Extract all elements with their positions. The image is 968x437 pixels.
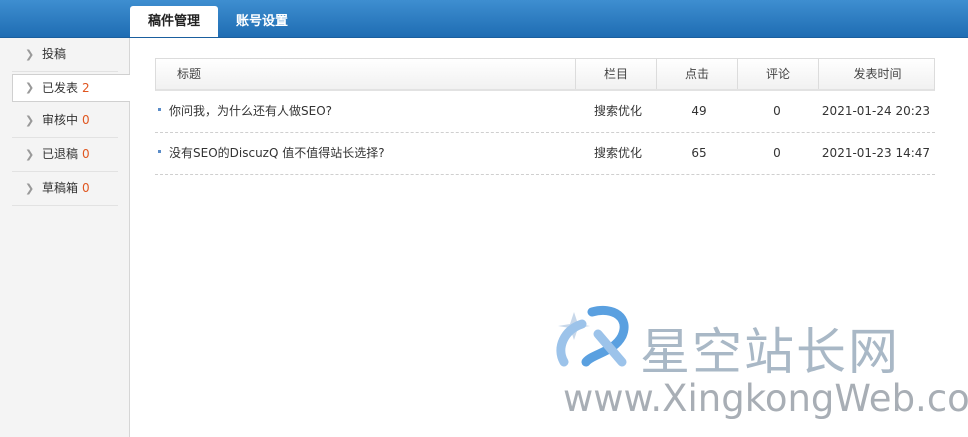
table-row: 你问我，为什么还有人做SEO? 搜索优化 49 0 2021-01-24 20:… — [155, 91, 935, 133]
chevron-right-icon: ❯ — [25, 148, 35, 161]
sidebar-item-reviewing[interactable]: ❯ 审核中 0 — [12, 104, 118, 138]
article-column-link[interactable]: 搜索优化 — [594, 146, 642, 160]
header-time: 发表时间 — [818, 59, 936, 89]
article-comments: 0 — [773, 104, 781, 118]
sidebar-item-label: 投稿 — [42, 47, 67, 61]
chevron-right-icon: ❯ — [25, 114, 35, 127]
article-clicks: 49 — [691, 104, 707, 118]
article-time: 2021-01-23 14:47 — [821, 146, 931, 160]
sidebar-item-count: 0 — [82, 181, 90, 195]
chevron-right-icon: ❯ — [25, 48, 35, 61]
sidebar-item-label: 审核中 — [42, 113, 79, 127]
tab-account-settings[interactable]: 账号设置 — [236, 6, 288, 37]
table-header: 标题 栏目 点击 评论 发表时间 — [155, 58, 935, 91]
article-comments: 0 — [773, 146, 781, 160]
article-clicks: 65 — [691, 146, 707, 160]
sidebar: ❯ 投稿 ❯ 已发表 2 ❯ 审核中 0 ❯ 已退稿 0 ❯ 草稿箱 0 — [0, 38, 130, 437]
tab-manuscript-management[interactable]: 稿件管理 — [130, 6, 218, 37]
watermark-chinese-text: 星空站长网 — [640, 323, 900, 381]
article-column-link[interactable]: 搜索优化 — [594, 104, 642, 118]
article-title-link[interactable]: 没有SEO的DiscuzQ 值不值得站长选择? — [169, 146, 385, 160]
bullet-icon — [158, 150, 161, 153]
chevron-right-icon: ❯ — [25, 81, 35, 94]
bullet-icon — [158, 108, 161, 111]
sidebar-item-label: 草稿箱 — [42, 181, 79, 195]
header-column: 栏目 — [575, 59, 656, 89]
watermark-url-text: www.XingkongWeb.com — [563, 377, 968, 420]
sidebar-item-drafts[interactable]: ❯ 草稿箱 0 — [12, 172, 118, 206]
top-tab-bar: 稿件管理 账号设置 — [0, 0, 968, 38]
table-row: 没有SEO的DiscuzQ 值不值得站长选择? 搜索优化 65 0 2021-0… — [155, 133, 935, 175]
sidebar-item-count: 2 — [82, 81, 90, 95]
articles-table: 标题 栏目 点击 评论 发表时间 你问我，为什么还有人做SEO? 搜索优化 49… — [155, 58, 935, 175]
sidebar-item-published[interactable]: ❯ 已发表 2 — [12, 74, 130, 102]
header-clicks: 点击 — [656, 59, 737, 89]
chevron-right-icon: ❯ — [25, 182, 35, 195]
article-time: 2021-01-24 20:23 — [821, 104, 931, 118]
sidebar-item-submit[interactable]: ❯ 投稿 — [12, 38, 118, 72]
header-comments: 评论 — [737, 59, 818, 89]
sidebar-item-rejected[interactable]: ❯ 已退稿 0 — [12, 138, 118, 172]
sidebar-item-count: 0 — [82, 147, 90, 161]
sidebar-item-label: 已发表 — [42, 81, 79, 95]
sidebar-item-label: 已退稿 — [42, 147, 79, 161]
sidebar-item-count: 0 — [82, 113, 90, 127]
article-title-link[interactable]: 你问我，为什么还有人做SEO? — [169, 104, 332, 118]
header-title: 标题 — [177, 67, 202, 81]
watermark-logo-icon — [556, 306, 629, 367]
